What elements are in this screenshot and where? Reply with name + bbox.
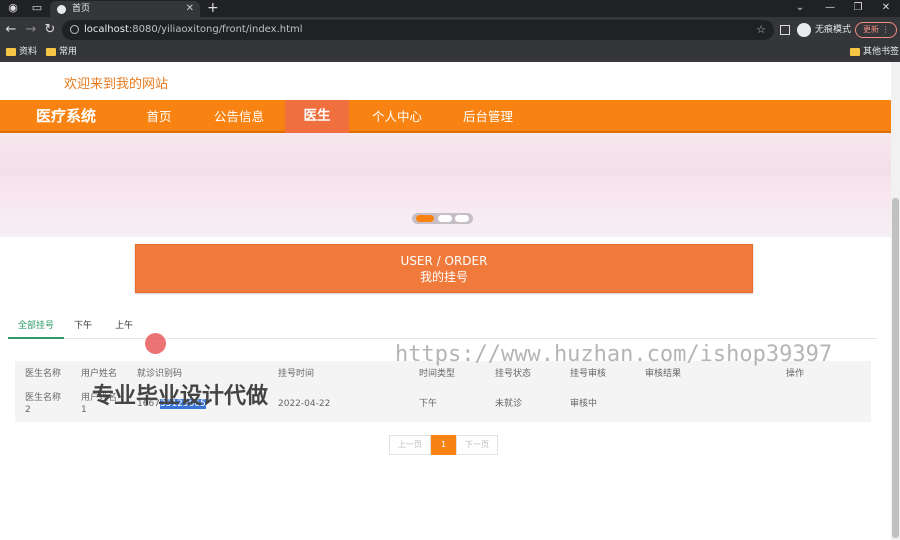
close-icon[interactable]: ✕ xyxy=(186,1,194,17)
browser-tabbar: ◉ ▭ 首页 ✕ + ⌄ — ❐ ✕ xyxy=(0,0,900,17)
bookmark-item[interactable]: 资料 xyxy=(6,46,37,58)
bookmark-item[interactable]: 常用 xyxy=(46,46,77,58)
filter-tabs: 全部挂号 下午 上午 xyxy=(8,316,877,339)
page-scrollbar[interactable] xyxy=(891,62,900,540)
nav-doctor[interactable]: 医生 xyxy=(285,100,349,133)
globe-icon xyxy=(57,5,66,14)
address-toolbar: ← → ↻ localhost:8080/yiliaoxitong/front/… xyxy=(0,17,900,43)
tab-search-icon[interactable]: ▭ xyxy=(30,2,44,14)
carousel-dot[interactable] xyxy=(416,215,434,222)
welcome-text: 欢迎来到我的网站 xyxy=(64,77,169,92)
section-title-en: USER / ORDER xyxy=(400,254,488,268)
nav-profile[interactable]: 个人中心 xyxy=(358,100,436,133)
carousel-dot[interactable] xyxy=(438,215,452,222)
cell-review: 审核中 xyxy=(570,399,598,409)
tab-morning[interactable]: 上午 xyxy=(105,316,143,339)
chevron-down-icon[interactable]: ⌄ xyxy=(790,0,810,16)
back-icon[interactable]: ← xyxy=(4,22,18,38)
incognito-icon[interactable] xyxy=(797,23,811,37)
update-button[interactable]: 更新 ⋮ xyxy=(855,22,897,38)
cell-time-type: 下午 xyxy=(419,399,438,409)
url-host: localhost xyxy=(84,24,129,35)
minimize-icon[interactable]: — xyxy=(820,0,840,16)
cell-doctor-id: 2 xyxy=(25,405,31,415)
info-icon[interactable] xyxy=(70,25,79,34)
col-header: 挂号时间 xyxy=(278,369,315,379)
col-header: 挂号审核 xyxy=(570,369,607,379)
folder-icon xyxy=(46,48,56,56)
cell-status: 未就诊 xyxy=(495,399,523,409)
section-title: USER / ORDER 我的挂号 xyxy=(135,244,753,293)
folder-icon xyxy=(6,48,16,56)
scrollbar-thumb[interactable] xyxy=(892,198,899,538)
other-bookmarks[interactable]: 其他书签 xyxy=(850,46,899,58)
folder-icon xyxy=(850,48,860,56)
col-header: 医生名称 xyxy=(25,369,62,379)
bookmarks-bar: 资料 常用 其他书签 xyxy=(0,43,900,62)
new-tab-icon[interactable]: + xyxy=(207,0,219,16)
side-panel-icon[interactable] xyxy=(780,25,790,35)
cell-user-id: 1 xyxy=(81,405,87,415)
update-label: 更新 xyxy=(863,25,879,34)
col-header: 操作 xyxy=(786,369,805,379)
carousel-indicator xyxy=(412,213,473,224)
site-brand: 医疗系统 xyxy=(36,107,97,125)
promo-watermark: 专业毕业设计代做 xyxy=(92,384,269,409)
nav-notice[interactable]: 公告信息 xyxy=(196,100,282,133)
url-path: :8080/yiliaoxitong/front/index.html xyxy=(128,24,303,35)
reload-icon[interactable]: ↻ xyxy=(43,22,57,38)
window-close-icon[interactable]: ✕ xyxy=(876,0,896,16)
nav-admin[interactable]: 后台管理 xyxy=(448,100,528,133)
prev-page-button[interactable]: 上一页 xyxy=(389,435,431,455)
cell-doctor: 医生名称 xyxy=(25,393,62,403)
carousel-banner[interactable] xyxy=(0,133,891,237)
col-header: 挂号状态 xyxy=(495,369,532,379)
url-watermark: https://www.huzhan.com/ishop39397 xyxy=(395,342,833,367)
tab-title: 首页 xyxy=(72,4,91,14)
forward-icon[interactable]: → xyxy=(24,22,38,38)
url-input[interactable]: localhost:8080/yiliaoxitong/front/index.… xyxy=(62,20,774,40)
next-page-button[interactable]: 下一页 xyxy=(456,435,498,455)
cursor-highlight xyxy=(145,333,166,354)
section-title-cn: 我的挂号 xyxy=(419,270,468,284)
nav-home[interactable]: 首页 xyxy=(126,100,192,133)
page-button[interactable]: 1 xyxy=(431,435,456,455)
cell-time: 2022-04-22 xyxy=(278,399,331,409)
tab-all[interactable]: 全部挂号 xyxy=(8,316,65,339)
browser-menu-icon[interactable]: ◉ xyxy=(6,2,20,14)
restore-icon[interactable]: ❐ xyxy=(848,0,868,16)
col-header: 审核结果 xyxy=(645,369,682,379)
incognito-label: 无痕模式 xyxy=(815,25,852,35)
col-header: 时间类型 xyxy=(419,369,456,379)
web-page: 欢迎来到我的网站 医疗系统 首页 公告信息 医生 个人中心 后台管理 USER … xyxy=(0,62,891,540)
site-navbar: 医疗系统 首页 公告信息 医生 个人中心 后台管理 xyxy=(0,100,891,133)
carousel-dot[interactable] xyxy=(455,215,469,222)
star-icon[interactable]: ☆ xyxy=(756,20,766,40)
tab-afternoon[interactable]: 下午 xyxy=(64,316,102,339)
browser-tab[interactable]: 首页 ✕ xyxy=(50,1,200,17)
